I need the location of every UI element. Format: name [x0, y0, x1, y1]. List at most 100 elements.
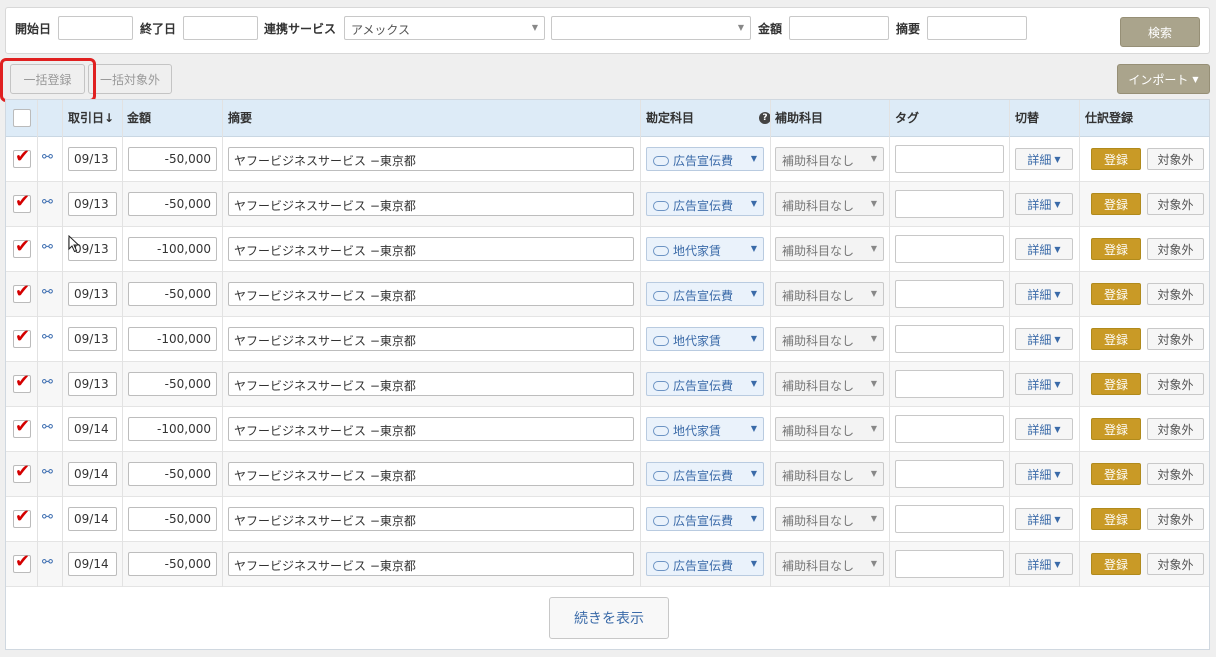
amount-input[interactable]: -100,000	[128, 327, 217, 351]
row-checkbox[interactable]: ✔	[13, 373, 31, 393]
date-input[interactable]: 09/14	[68, 417, 117, 441]
subaccount-select[interactable]: 補助科目なし ▼	[775, 507, 884, 531]
subaccount-select[interactable]: 補助科目なし ▼	[775, 417, 884, 441]
tag-input[interactable]	[895, 550, 1004, 578]
bulk-exclude-button[interactable]: 一括対象外	[88, 64, 172, 94]
subaccount-select[interactable]: 補助科目なし ▼	[775, 192, 884, 216]
subaccount-select[interactable]: 補助科目なし ▼	[775, 147, 884, 171]
date-input[interactable]: 09/13	[68, 147, 117, 171]
register-button[interactable]: 登録	[1091, 148, 1141, 170]
subaccount-select[interactable]: 補助科目なし ▼	[775, 372, 884, 396]
row-checkbox[interactable]: ✔	[13, 463, 31, 483]
search-button[interactable]: 検索	[1120, 17, 1200, 47]
subaccount-select[interactable]: 補助科目なし ▼	[775, 282, 884, 306]
show-more-button[interactable]: 続きを表示	[549, 597, 669, 639]
summary-input[interactable]: ヤフービジネスサービス −東京都	[228, 372, 634, 396]
exclude-button[interactable]: 対象外	[1147, 193, 1204, 215]
summary-input[interactable]: ヤフービジネスサービス −東京都	[228, 237, 634, 261]
service-account-select[interactable]: ▼	[551, 16, 751, 40]
link-icon[interactable]: ⚯	[42, 555, 53, 570]
subaccount-select[interactable]: 補助科目なし ▼	[775, 552, 884, 576]
link-icon[interactable]: ⚯	[42, 195, 53, 210]
amount-input[interactable]: -50,000	[128, 552, 217, 576]
register-button[interactable]: 登録	[1091, 553, 1141, 575]
service-select[interactable]: アメックス ▼	[344, 16, 545, 40]
exclude-button[interactable]: 対象外	[1147, 373, 1204, 395]
row-checkbox[interactable]: ✔	[13, 328, 31, 348]
row-checkbox[interactable]: ✔	[13, 148, 31, 168]
exclude-button[interactable]: 対象外	[1147, 283, 1204, 305]
register-button[interactable]: 登録	[1091, 418, 1141, 440]
amount-input[interactable]	[789, 16, 889, 40]
row-checkbox[interactable]: ✔	[13, 418, 31, 438]
summary-input[interactable]: ヤフービジネスサービス −東京都	[228, 417, 634, 441]
amount-input[interactable]: -50,000	[128, 147, 217, 171]
register-button[interactable]: 登録	[1091, 283, 1141, 305]
account-select[interactable]: 広告宣伝費 ▼	[646, 462, 764, 486]
tag-input[interactable]	[895, 460, 1004, 488]
register-button[interactable]: 登録	[1091, 328, 1141, 350]
exclude-button[interactable]: 対象外	[1147, 148, 1204, 170]
amount-input[interactable]: -100,000	[128, 237, 217, 261]
detail-dropdown-button[interactable]: 詳細 ▼	[1015, 463, 1073, 485]
account-select[interactable]: 広告宣伝費 ▼	[646, 552, 764, 576]
detail-dropdown-button[interactable]: 詳細 ▼	[1015, 238, 1073, 260]
account-select[interactable]: 広告宣伝費 ▼	[646, 147, 764, 171]
exclude-button[interactable]: 対象外	[1147, 418, 1204, 440]
detail-dropdown-button[interactable]: 詳細 ▼	[1015, 193, 1073, 215]
summary-input[interactable]: ヤフービジネスサービス −東京都	[228, 147, 634, 171]
detail-dropdown-button[interactable]: 詳細 ▼	[1015, 418, 1073, 440]
row-checkbox[interactable]: ✔	[13, 508, 31, 528]
row-checkbox[interactable]: ✔	[13, 283, 31, 303]
detail-dropdown-button[interactable]: 詳細 ▼	[1015, 328, 1073, 350]
detail-dropdown-button[interactable]: 詳細 ▼	[1015, 508, 1073, 530]
link-icon[interactable]: ⚯	[42, 465, 53, 480]
account-select[interactable]: 地代家賃 ▼	[646, 237, 764, 261]
amount-input[interactable]: -50,000	[128, 372, 217, 396]
tag-input[interactable]	[895, 325, 1004, 353]
link-icon[interactable]: ⚯	[42, 510, 53, 525]
account-select[interactable]: 地代家賃 ▼	[646, 417, 764, 441]
row-checkbox[interactable]: ✔	[13, 193, 31, 213]
summary-input[interactable]: ヤフービジネスサービス −東京都	[228, 282, 634, 306]
amount-input[interactable]: -50,000	[128, 462, 217, 486]
date-input[interactable]: 09/14	[68, 462, 117, 486]
date-input[interactable]: 09/13	[68, 372, 117, 396]
date-input[interactable]: 09/13	[68, 282, 117, 306]
summary-input[interactable]	[927, 16, 1027, 40]
date-input[interactable]: 09/13	[68, 327, 117, 351]
register-button[interactable]: 登録	[1091, 238, 1141, 260]
detail-dropdown-button[interactable]: 詳細 ▼	[1015, 373, 1073, 395]
account-select[interactable]: 広告宣伝費 ▼	[646, 507, 764, 531]
tag-input[interactable]	[895, 415, 1004, 443]
amount-input[interactable]: -100,000	[128, 417, 217, 441]
summary-input[interactable]: ヤフービジネスサービス −東京都	[228, 327, 634, 351]
detail-dropdown-button[interactable]: 詳細 ▼	[1015, 283, 1073, 305]
tag-input[interactable]	[895, 190, 1004, 218]
summary-input[interactable]: ヤフービジネスサービス −東京都	[228, 552, 634, 576]
tag-input[interactable]	[895, 145, 1004, 173]
tag-input[interactable]	[895, 280, 1004, 308]
link-icon[interactable]: ⚯	[42, 330, 53, 345]
account-select[interactable]: 広告宣伝費 ▼	[646, 192, 764, 216]
link-icon[interactable]: ⚯	[42, 150, 53, 165]
detail-dropdown-button[interactable]: 詳細 ▼	[1015, 553, 1073, 575]
amount-input[interactable]: -50,000	[128, 282, 217, 306]
exclude-button[interactable]: 対象外	[1147, 553, 1204, 575]
tag-input[interactable]	[895, 235, 1004, 263]
date-input[interactable]: 09/13	[68, 192, 117, 216]
date-input[interactable]: 09/14	[68, 552, 117, 576]
account-select[interactable]: 広告宣伝費 ▼	[646, 282, 764, 306]
link-icon[interactable]: ⚯	[42, 420, 53, 435]
import-button[interactable]: インポート ▼	[1117, 64, 1210, 94]
subaccount-select[interactable]: 補助科目なし ▼	[775, 237, 884, 261]
exclude-button[interactable]: 対象外	[1147, 238, 1204, 260]
subaccount-select[interactable]: 補助科目なし ▼	[775, 327, 884, 351]
amount-input[interactable]: -50,000	[128, 192, 217, 216]
register-button[interactable]: 登録	[1091, 463, 1141, 485]
exclude-button[interactable]: 対象外	[1147, 463, 1204, 485]
subaccount-select[interactable]: 補助科目なし ▼	[775, 462, 884, 486]
link-icon[interactable]: ⚯	[42, 375, 53, 390]
date-input[interactable]: 09/14	[68, 507, 117, 531]
start-date-input[interactable]	[58, 16, 133, 40]
